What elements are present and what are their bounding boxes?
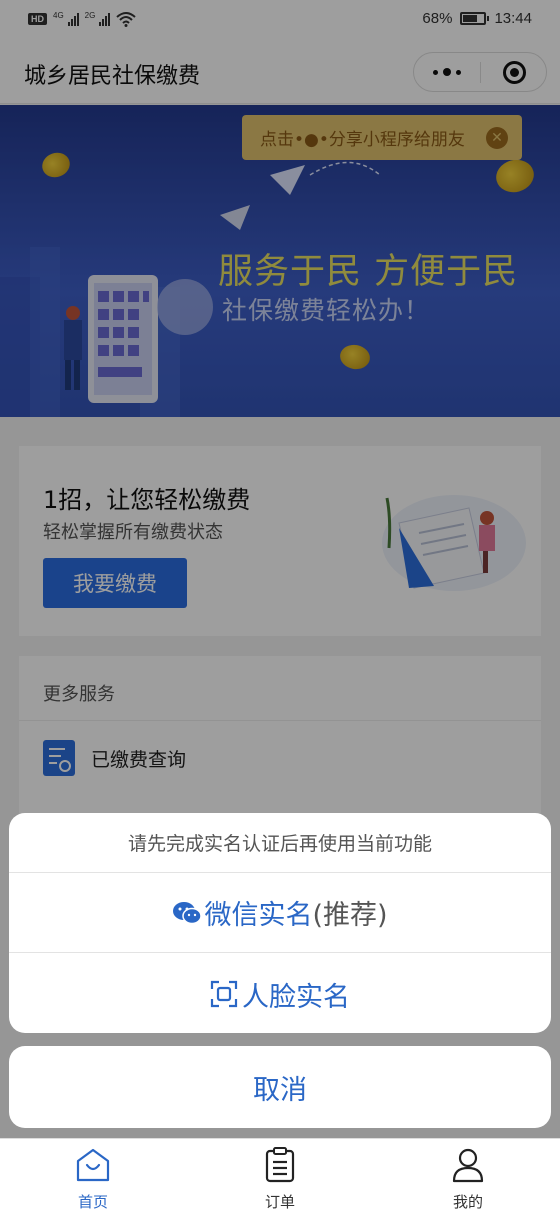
wechat-icon [173, 901, 203, 924]
face-verify-label: 人脸实名 [242, 981, 350, 1013]
tab-home[interactable]: 首页 [43, 1147, 143, 1212]
user-icon [452, 1148, 484, 1183]
tab-orders[interactable]: 订单 [230, 1147, 330, 1212]
clipboard-icon [265, 1147, 295, 1183]
face-verify-option[interactable]: 人脸实名 [9, 954, 551, 1033]
verify-action-sheet: 请先完成实名认证后再使用当前功能 微信实名 (推荐) 人脸实名 [9, 813, 551, 1033]
tab-mine-label: 我的 [452, 1193, 483, 1211]
cancel-button[interactable]: 取消 [9, 1046, 551, 1128]
tab-home-label: 首页 [77, 1193, 108, 1211]
tab-mine[interactable]: 我的 [418, 1147, 518, 1212]
face-scan-icon [210, 980, 238, 1008]
tab-orders-label: 订单 [264, 1193, 295, 1211]
wechat-verify-option[interactable]: 微信实名 (推荐) [9, 873, 551, 953]
home-bag-icon [76, 1148, 110, 1182]
action-sheet-tip: 请先完成实名认证后再使用当前功能 [9, 813, 551, 873]
recommended-note: (推荐) [312, 900, 388, 931]
tab-bar: 首页 订单 我的 [0, 1138, 560, 1213]
wechat-verify-label: 微信实名 [204, 900, 313, 931]
